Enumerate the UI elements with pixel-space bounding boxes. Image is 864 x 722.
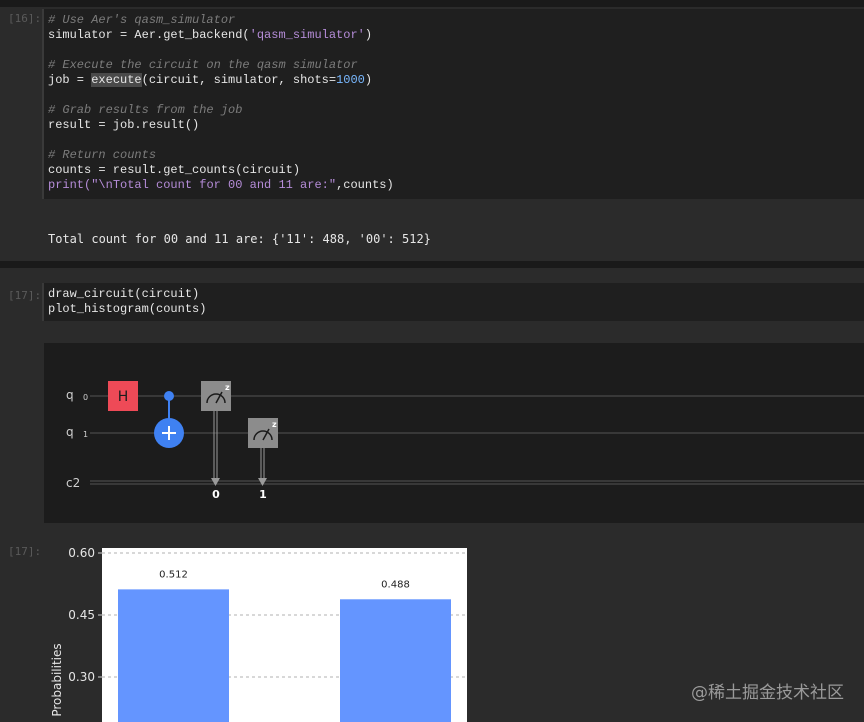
measure-1-bit-label: 1 (259, 488, 267, 501)
meter-0-basis: z (225, 383, 230, 392)
code-token: # Return counts (48, 148, 157, 162)
code-line: # Use Aer's qasm_simulator (48, 13, 394, 28)
y-tick-label: 0.45 (68, 608, 95, 622)
y-tick-label: 0.60 (68, 546, 95, 560)
code-line: job = execute(circuit, simulator, shots=… (48, 73, 394, 88)
code-line: # Grab results from the job (48, 103, 394, 118)
watermark: @稀土掘金技术社区 (691, 683, 844, 703)
code-line: simulator = Aer.get_backend('qasm_simula… (48, 28, 394, 43)
histogram-svg: 0.60 0.45 0.30 0.512 0.488 Probabilities (50, 546, 467, 722)
y-axis-label: Probabilities (50, 643, 64, 716)
code-line: print("\nTotal count for 00 and 11 are:"… (48, 178, 394, 193)
meter-1-basis: z (272, 420, 277, 429)
code-token: 1000 (336, 73, 365, 87)
output-17-prompt: [17]: (8, 545, 42, 558)
code-line: # Execute the circuit on the qasm simula… (48, 58, 394, 73)
code-token: # Grab results from the job (48, 103, 243, 117)
code-token: print( (48, 178, 92, 192)
code-line: counts = result.get_counts(circuit) (48, 163, 394, 178)
code-token: draw_circuit(circuit) (48, 287, 200, 301)
y-tick-label: 0.30 (68, 670, 95, 684)
cell-divider (0, 261, 864, 268)
cell-17-prompt: [17]: (8, 289, 42, 302)
code-line: # Return counts (48, 148, 394, 163)
code-token: job = (48, 73, 92, 87)
bar (118, 589, 229, 722)
measure-0-bit-label: 0 (212, 488, 220, 501)
code-token: 'qasm_simulator' (249, 28, 365, 42)
bar-value-label: 0.488 (381, 579, 410, 590)
qubit-0-label: q (66, 388, 74, 402)
cell-16-code-editor[interactable]: # Use Aer's qasm_simulator simulator = Ae… (42, 9, 864, 199)
cell-16-output: Total count for 00 and 11 are: {'11': 48… (48, 232, 431, 246)
code-token: # Use Aer's qasm_simulator (48, 13, 236, 27)
code-token: # Execute the circuit on the qasm simula… (48, 58, 358, 72)
code-line: draw_circuit(circuit) (48, 287, 206, 302)
code-token: ,counts) (336, 178, 394, 192)
code-token: "\nTotal count for 00 and 11 are:" (91, 178, 337, 192)
measure-1-arrow (258, 478, 267, 486)
code-line: plot_histogram(counts) (48, 302, 206, 317)
histogram-chart: 0.60 0.45 0.30 0.512 0.488 Probabilities (44, 540, 474, 722)
qubit-0-index: 0 (83, 393, 88, 402)
qubit-1-index: 1 (83, 430, 88, 439)
code-token: ) (364, 28, 373, 42)
code-token: ) (364, 73, 373, 87)
code-line: result = job.result() (48, 118, 394, 133)
cnot-control-dot (164, 391, 174, 401)
qubit-1-label: q (66, 425, 74, 439)
code-token: plot_histogram(counts) (48, 302, 207, 316)
code-token: simulator = Aer.get_backend( (48, 28, 250, 42)
cell-17-code[interactable]: draw_circuit(circuit) plot_histogram(coun… (48, 287, 206, 317)
top-divider (0, 0, 864, 7)
measure-0-arrow (211, 478, 220, 486)
bar-value-label: 0.512 (159, 569, 188, 580)
circuit-diagram: q 0 q 1 c2 H z 0 z 1 (44, 343, 864, 523)
hadamard-gate-label: H (118, 389, 129, 405)
cell-16-code[interactable]: # Use Aer's qasm_simulator simulator = Ae… (48, 13, 394, 193)
code-token: result = job.result() (48, 118, 200, 132)
bar (340, 599, 451, 722)
cell-16-prompt: [16]: (8, 12, 42, 25)
cell-17-code-editor[interactable]: draw_circuit(circuit) plot_histogram(coun… (42, 283, 864, 321)
code-token: execute (91, 73, 142, 87)
code-token: (circuit, simulator, shots= (141, 73, 337, 87)
creg-label: c2 (66, 476, 80, 490)
code-token: counts = result.get_counts(circuit) (48, 163, 301, 177)
